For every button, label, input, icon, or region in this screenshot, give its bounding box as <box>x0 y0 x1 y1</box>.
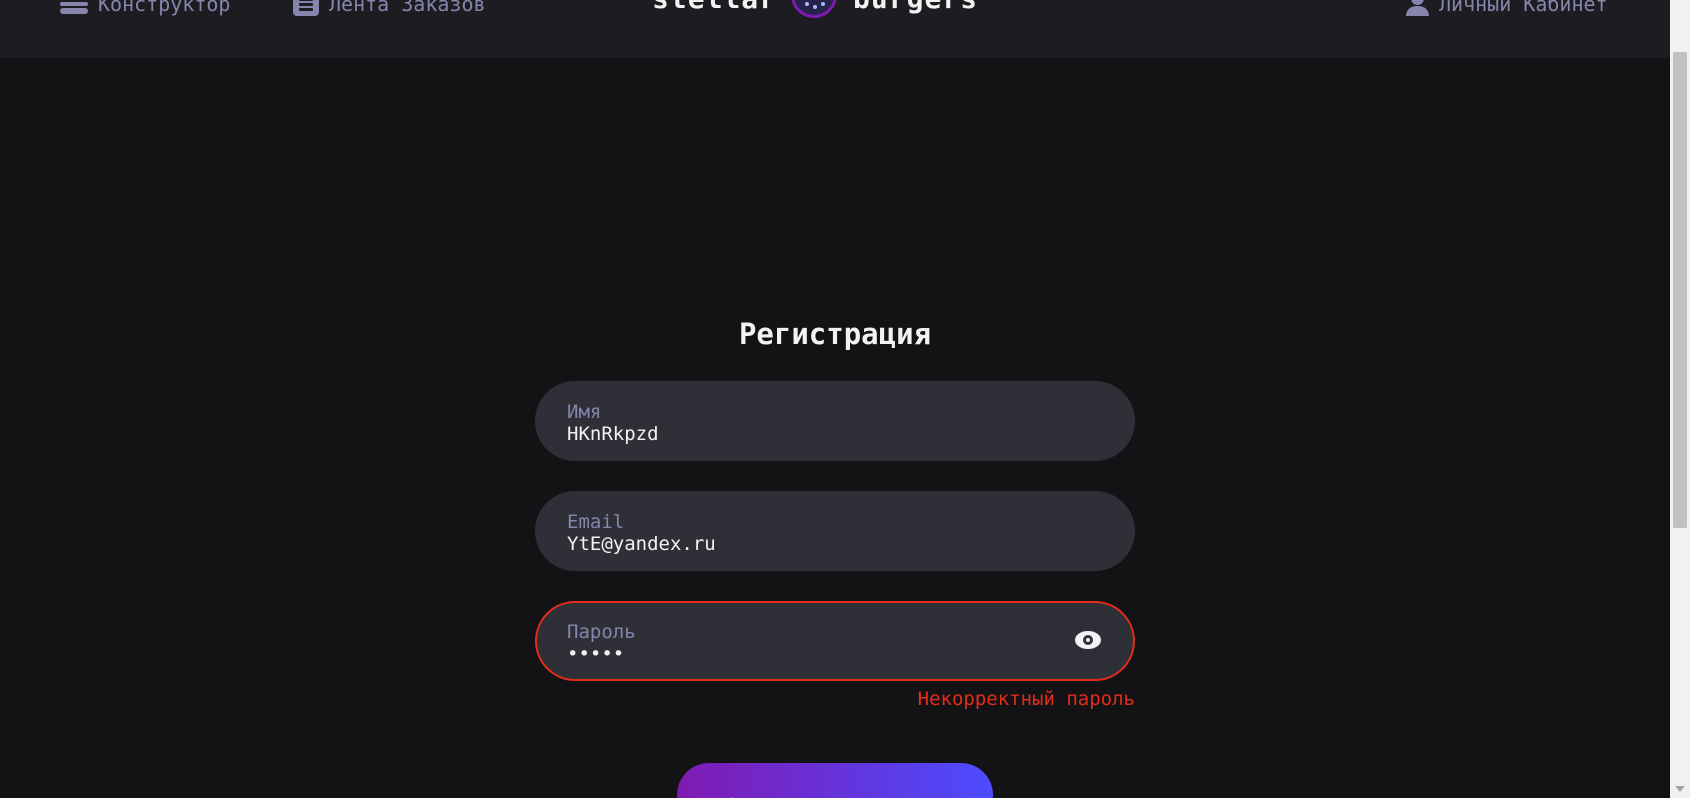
logo-word-right: burgers <box>853 0 978 13</box>
name-input[interactable]: HKnRkpzd <box>567 423 659 445</box>
register-button[interactable]: Зарегистрироваться <box>677 763 993 798</box>
burger-icon <box>60 0 88 16</box>
user-icon <box>1405 0 1429 16</box>
scroll-down-icon[interactable] <box>1675 786 1685 792</box>
logo-word-left: stellar <box>652 0 777 13</box>
stellar-burgers-logo[interactable]: stellar burgers <box>652 0 978 30</box>
page-title: Регистрация <box>738 317 932 351</box>
eye-icon[interactable] <box>1075 631 1101 649</box>
email-input[interactable]: YtE@yandex.ru <box>567 533 716 555</box>
email-label: Email <box>567 511 625 533</box>
nav-account[interactable]: Личный Кабинет <box>1405 0 1608 16</box>
name-field[interactable]: Имя HKnRkpzd <box>535 381 1135 461</box>
registration-form: Регистрация <box>535 310 1135 358</box>
page-scrollbar[interactable] <box>1670 0 1690 798</box>
nav-order-feed[interactable]: Лента Заказов <box>293 0 486 16</box>
name-label: Имя <box>567 401 602 423</box>
list-icon <box>293 0 319 16</box>
password-input[interactable]: ••••• <box>567 643 624 665</box>
logo-bowl-icon <box>789 0 841 24</box>
password-error-text: Некорректный пароль <box>917 688 1135 710</box>
email-field[interactable]: Email YtE@yandex.ru <box>535 491 1135 571</box>
nav-feed-label: Лента Заказов <box>329 0 486 16</box>
password-label: Пароль <box>567 621 636 643</box>
scrollbar-thumb[interactable] <box>1673 52 1687 528</box>
nav-account-label: Личный Кабинет <box>1439 0 1608 16</box>
nav-constructor-label: Конструктор <box>98 0 231 16</box>
page: Конструктор Лента Заказов stellar burger… <box>0 0 1690 798</box>
nav-constructor[interactable]: Конструктор <box>60 0 231 16</box>
app-header: Конструктор Лента Заказов stellar burger… <box>0 0 1670 58</box>
password-field[interactable]: Пароль ••••• <box>535 601 1135 681</box>
